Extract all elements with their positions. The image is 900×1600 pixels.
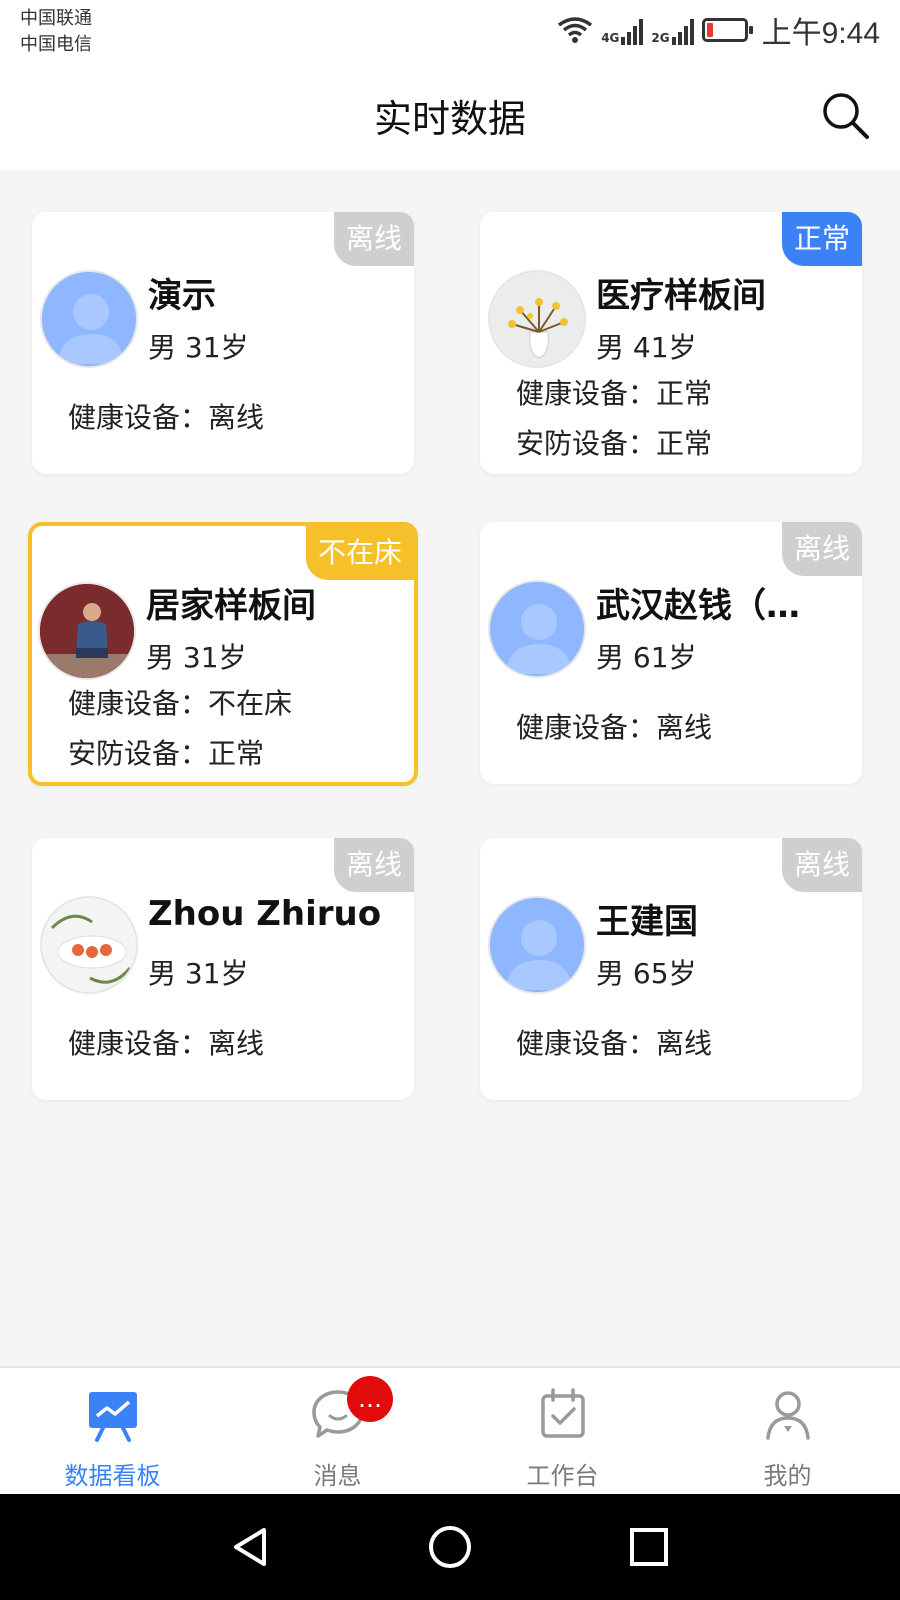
carrier-2: 中国电信: [20, 34, 92, 55]
security-device-status: 安防设备：正常: [68, 737, 265, 770]
person-card[interactable]: 不在床 居家样板间 男 31岁 健康设备：不在床 安防设备：正常: [28, 522, 418, 786]
nav-label-profile: 我的: [763, 1462, 812, 1490]
profile-icon: [765, 1391, 810, 1440]
person-name: 王建国: [596, 902, 698, 942]
man-sitting-photo-icon: [38, 582, 136, 680]
person-card[interactable]: 离线 武汉赵钱（… 男 61岁 健康设备：离线: [480, 522, 862, 784]
recent-apps-icon[interactable]: [626, 1524, 672, 1570]
battery-icon: [701, 18, 753, 42]
person-gender-age: 男 31岁: [148, 331, 249, 364]
health-device-status: 健康设备：离线: [68, 401, 265, 434]
default-avatar-icon: [488, 896, 586, 994]
person-name: Zhou Zhiruo: [148, 894, 382, 934]
health-device-status: 健康设备：离线: [516, 711, 713, 744]
status-badge: 离线: [781, 838, 862, 892]
default-avatar-icon: [488, 580, 586, 678]
dashboard-icon: [88, 1392, 137, 1442]
home-icon[interactable]: [427, 1524, 473, 1570]
person-gender-age: 男 31岁: [148, 957, 249, 990]
nav-label-dashboard: 数据看板: [64, 1462, 161, 1490]
person-gender-age: 男 31岁: [146, 641, 247, 674]
status-bar: 中国联通 中国电信 4G 2G 上午9:44: [0, 0, 900, 62]
device-card-grid: 离线 演示 男 31岁 健康设备：离线 正常 医疗样板间 男 41岁 健康设备：…: [0, 170, 900, 1366]
bottom-nav: 数据看板 … 消息 工作台 我的: [0, 1366, 900, 1494]
person-name: 居家样板间: [146, 586, 316, 626]
person-name: 医疗样板间: [596, 276, 766, 316]
nav-label-messages: 消息: [313, 1462, 362, 1490]
health-device-status: 健康设备：不在床: [68, 687, 293, 720]
signal-4g-icon: 4G: [601, 15, 644, 45]
vase-photo-icon: [488, 270, 586, 368]
status-time: 上午9:44: [761, 17, 880, 50]
status-badge: 离线: [781, 522, 862, 576]
search-icon[interactable]: [820, 90, 872, 142]
carrier-1: 中国联通: [20, 8, 92, 29]
nav-item-messages[interactable]: … 消息: [225, 1368, 450, 1496]
nav-item-workbench[interactable]: 工作台: [450, 1368, 675, 1496]
nav-label-workbench: 工作台: [526, 1462, 599, 1490]
person-card[interactable]: 离线 Zhou Zhiruo 男 31岁 健康设备：离线: [32, 838, 414, 1100]
food-photo-icon: [40, 896, 138, 994]
wifi-icon: [558, 17, 593, 43]
person-card[interactable]: 正常 医疗样板间 男 41岁 健康设备：正常 安防设备：正常: [480, 212, 862, 474]
status-indicators: 4G 2G 上午9:44: [557, 10, 880, 50]
person-name: 演示: [148, 276, 216, 316]
person-card[interactable]: 离线 演示 男 31岁 健康设备：离线: [32, 212, 414, 474]
message-count-badge: …: [347, 1376, 393, 1422]
health-device-status: 健康设备：离线: [516, 1027, 713, 1060]
carrier-info: 中国联通 中国电信: [20, 6, 92, 58]
net-label-2g: 2G: [651, 31, 670, 45]
status-badge: 正常: [781, 212, 862, 266]
app-header: 实时数据: [0, 62, 900, 170]
workbench-icon: [540, 1388, 585, 1438]
person-gender-age: 男 65岁: [596, 957, 697, 990]
net-label-4g: 4G: [601, 31, 620, 45]
status-badge: 离线: [333, 838, 414, 892]
status-badge: 不在床: [305, 526, 414, 580]
person-gender-age: 男 61岁: [596, 641, 697, 674]
back-icon[interactable]: [228, 1524, 274, 1570]
signal-2g-icon: 2G: [651, 15, 694, 45]
nav-item-profile[interactable]: 我的: [675, 1368, 900, 1496]
security-device-status: 安防设备：正常: [516, 427, 713, 460]
system-nav-bar: [0, 1494, 900, 1600]
person-card[interactable]: 离线 王建国 男 65岁 健康设备：离线: [480, 838, 862, 1100]
page-title: 实时数据: [373, 97, 526, 141]
health-device-status: 健康设备：正常: [516, 377, 713, 410]
person-name: 武汉赵钱（…: [596, 586, 800, 626]
status-badge: 离线: [333, 212, 414, 266]
default-avatar-icon: [40, 270, 138, 368]
person-gender-age: 男 41岁: [596, 331, 697, 364]
health-device-status: 健康设备：离线: [68, 1027, 265, 1060]
nav-item-dashboard[interactable]: 数据看板: [0, 1368, 225, 1496]
